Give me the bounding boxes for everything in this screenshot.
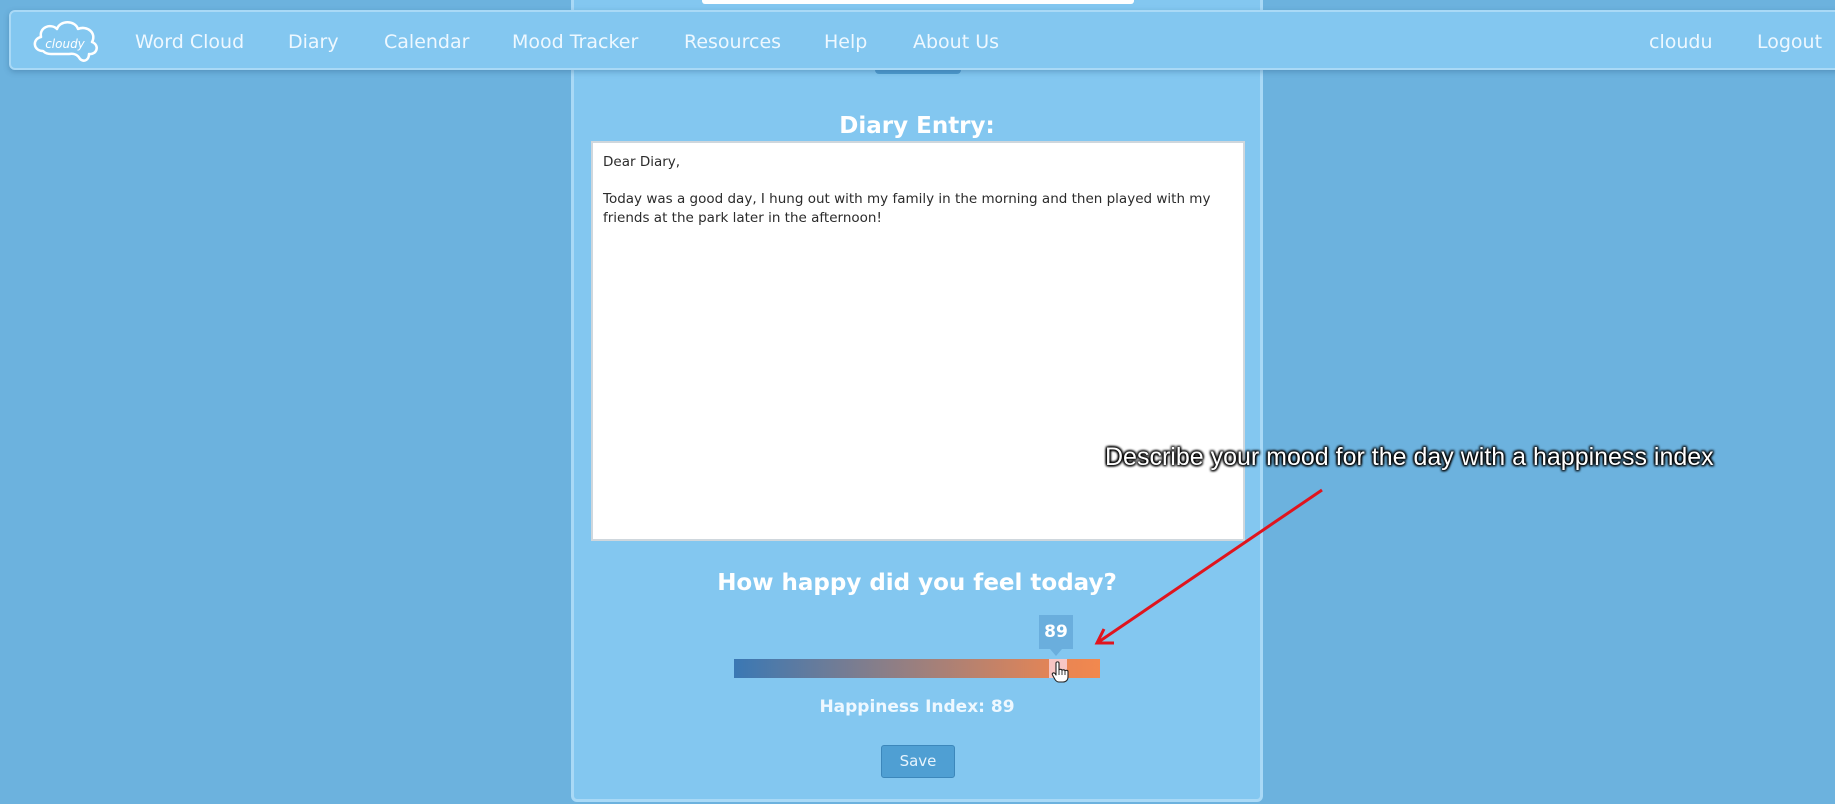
happiness-question: How happy did you feel today? [717, 570, 1117, 596]
cloudy-logo-icon[interactable]: cloudy [29, 17, 103, 65]
nav-resources[interactable]: Resources [684, 31, 781, 53]
hand-pointer-cursor-icon [1051, 661, 1069, 683]
username-link[interactable]: cloudu [1649, 31, 1713, 53]
nav-help[interactable]: Help [824, 31, 867, 53]
navbar: cloudy Word Cloud Diary Calendar Mood Tr… [9, 10, 1835, 70]
date-input-field[interactable] [702, 0, 1134, 4]
logout-link[interactable]: Logout [1757, 31, 1822, 53]
slider-value-tooltip: 89 [1039, 615, 1073, 656]
diary-entry-textarea[interactable] [591, 141, 1245, 541]
happiness-slider[interactable] [734, 659, 1100, 678]
nav-calendar[interactable]: Calendar [384, 31, 469, 53]
nav-diary[interactable]: Diary [288, 31, 339, 53]
nav-word-cloud[interactable]: Word Cloud [135, 31, 244, 53]
save-button[interactable]: Save [881, 745, 955, 778]
logo-text: cloudy [45, 37, 85, 51]
nav-mood-tracker[interactable]: Mood Tracker [512, 31, 638, 53]
annotation-callout-text: Describe your mood for the day with a ha… [1105, 443, 1714, 471]
diary-entry-heading: Diary Entry: [839, 113, 995, 139]
nav-about-us[interactable]: About Us [913, 31, 999, 53]
happiness-index-label: Happiness Index: 89 [819, 697, 1015, 717]
